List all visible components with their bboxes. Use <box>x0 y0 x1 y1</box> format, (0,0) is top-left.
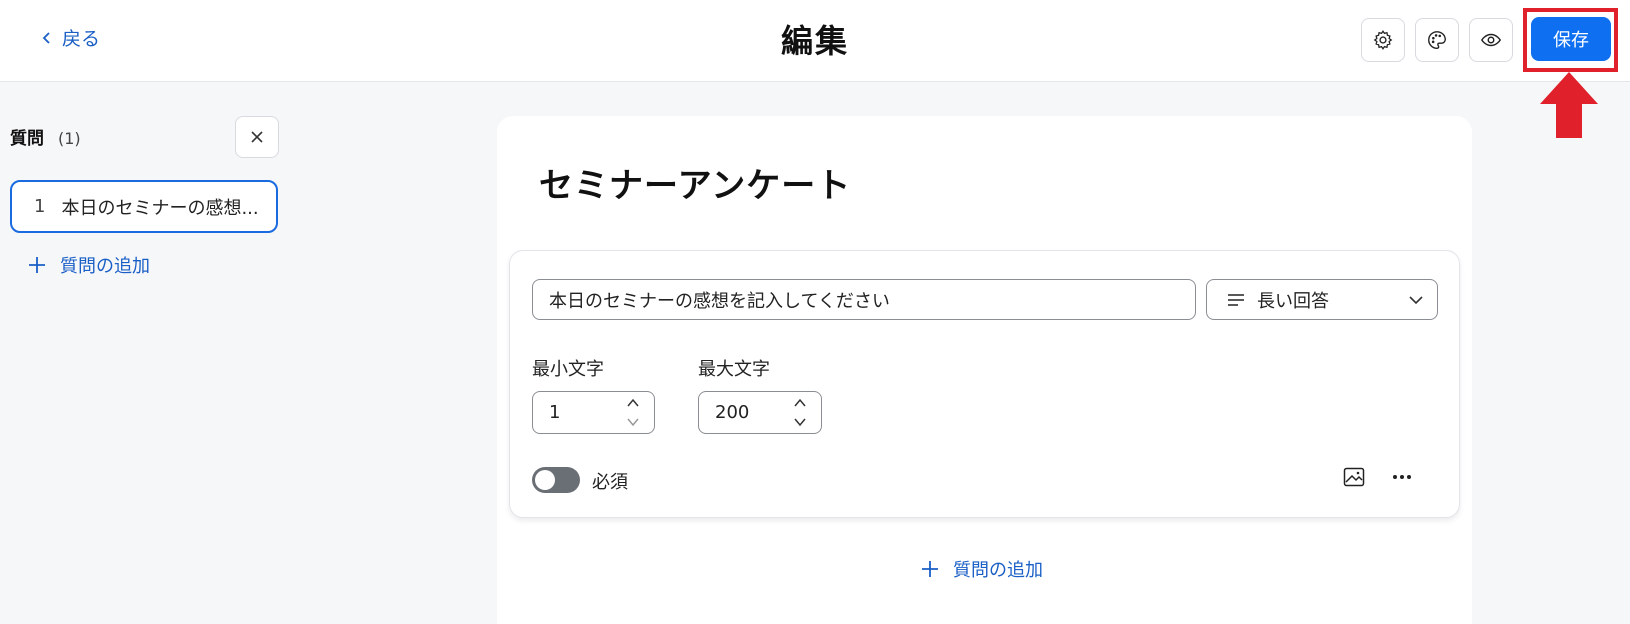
gear-icon <box>1373 30 1393 50</box>
toggle-knob <box>535 470 555 490</box>
min-chars-label: 最小文字 <box>532 359 604 380</box>
close-sidebar-button[interactable] <box>235 116 279 158</box>
form-card: セミナーアンケート 本日のセミナーの感想を記入してください 長い回答 最小文字 … <box>497 116 1472 624</box>
question-number: 1 <box>34 196 46 217</box>
back-label: 戻る <box>62 28 101 50</box>
add-question-label: 質問の追加 <box>953 560 1043 581</box>
theme-button[interactable] <box>1415 18 1459 62</box>
question-card: 本日のセミナーの感想を記入してください 長い回答 最小文字 最大文字 1 200… <box>509 250 1460 518</box>
sidebar-header: 質問 (1) <box>10 124 81 149</box>
add-question-button[interactable]: 質問の追加 <box>921 556 1043 582</box>
arrow-up-icon <box>1540 72 1598 138</box>
sidebar-question-item[interactable]: 1 本日のセミナーの感想... <box>10 180 278 233</box>
sidebar-add-question-button[interactable]: 質問の追加 <box>28 252 150 278</box>
stepper-arrows-icon[interactable] <box>793 396 807 429</box>
required-label: 必須 <box>592 472 628 493</box>
min-chars-stepper[interactable]: 1 <box>532 391 655 434</box>
max-chars-value: 200 <box>715 402 750 423</box>
back-button[interactable]: 戻る <box>40 24 100 51</box>
more-options-icon[interactable] <box>1390 465 1414 489</box>
answer-type-select[interactable]: 長い回答 <box>1206 279 1438 320</box>
max-chars-stepper[interactable]: 200 <box>698 391 822 434</box>
preview-button[interactable] <box>1469 18 1513 62</box>
palette-icon <box>1428 31 1446 49</box>
required-toggle[interactable] <box>532 467 580 493</box>
close-icon <box>251 131 263 143</box>
long-text-icon <box>1228 293 1244 306</box>
top-bar: 戻る 編集 <box>0 0 1630 82</box>
image-icon[interactable] <box>1342 465 1366 489</box>
chevron-left-icon <box>42 31 50 44</box>
settings-button[interactable] <box>1361 18 1405 62</box>
save-button[interactable]: 保存 <box>1531 17 1611 61</box>
question-count: (1) <box>58 129 81 148</box>
stepper-arrows-icon[interactable] <box>626 396 640 429</box>
max-chars-label: 最大文字 <box>698 359 770 380</box>
min-chars-value: 1 <box>549 402 561 423</box>
survey-title[interactable]: セミナーアンケート <box>539 158 851 207</box>
question-text-input[interactable]: 本日のセミナーの感想を記入してください <box>532 279 1196 320</box>
add-question-label: 質問の追加 <box>60 256 150 277</box>
eye-icon <box>1480 33 1502 47</box>
chevron-down-icon <box>1409 296 1423 305</box>
answer-type-label: 長い回答 <box>1257 290 1329 312</box>
plus-icon <box>29 257 45 273</box>
question-item-label: 本日のセミナーの感想... <box>61 197 259 219</box>
plus-icon <box>922 561 938 577</box>
sidebar-heading: 質問 <box>10 129 44 149</box>
